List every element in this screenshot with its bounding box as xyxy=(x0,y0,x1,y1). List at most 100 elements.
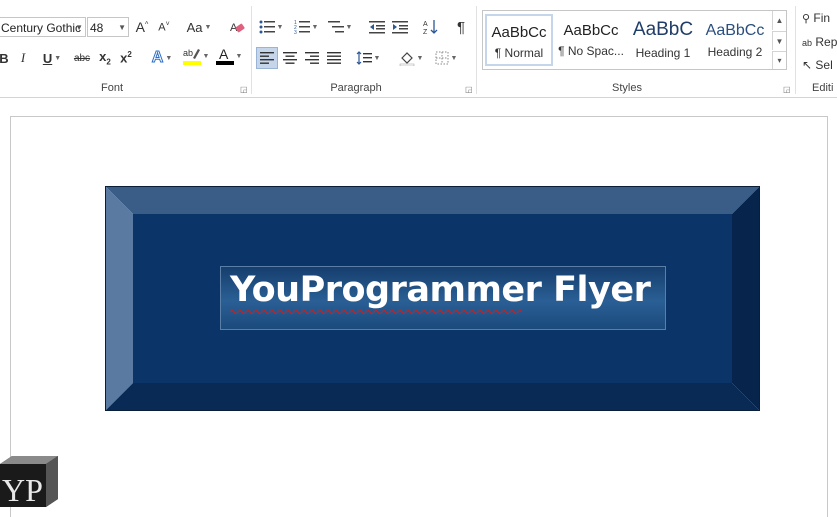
styles-dialog-launcher-icon[interactable]: ◲ xyxy=(783,86,791,94)
chevron-down-icon: ▼ xyxy=(118,23,126,32)
text-effects-button[interactable]: A ▼ xyxy=(148,47,176,69)
multilevel-list-button[interactable]: ▼ xyxy=(325,16,355,38)
justify-icon xyxy=(327,52,341,64)
strikethrough-button[interactable]: abc xyxy=(72,47,92,69)
shrink-font-icon: A˅ xyxy=(158,20,170,34)
bullets-button[interactable]: ▼ xyxy=(256,16,286,38)
change-case-icon: Aa xyxy=(186,19,203,35)
paragraph-dialog-launcher-icon[interactable]: ◲ xyxy=(465,86,473,94)
replace-icon: ab xyxy=(802,38,813,48)
style-heading-2[interactable]: AaBbCc Heading 2 xyxy=(701,14,769,66)
bevel-bottom-edge xyxy=(105,383,760,411)
logo-text: YP xyxy=(2,472,43,507)
chevron-down-icon: ▼ xyxy=(165,54,173,62)
bold-icon: B xyxy=(0,50,9,66)
shading-button[interactable]: ▼ xyxy=(396,47,426,69)
chevron-down-icon: ▼ xyxy=(202,52,210,60)
style-heading-1[interactable]: AaBbC Heading 1 xyxy=(629,14,697,66)
chevron-down-icon: ▼ xyxy=(54,54,62,62)
clear-formatting-button[interactable]: A xyxy=(226,16,248,38)
borders-button[interactable]: ▼ xyxy=(431,47,461,69)
align-left-button[interactable] xyxy=(256,47,278,69)
chevron-down-icon: ▼ xyxy=(276,23,284,31)
grow-font-button[interactable]: A^ xyxy=(133,16,151,38)
chevron-down-icon: ▼ xyxy=(75,23,83,32)
align-right-icon xyxy=(305,52,319,64)
borders-icon xyxy=(435,51,449,65)
font-color-button[interactable]: A ▼ xyxy=(214,45,244,67)
superscript-button[interactable]: x2 xyxy=(117,47,135,69)
bold-button[interactable]: B xyxy=(0,47,12,69)
numbering-icon: 1 2 3 xyxy=(294,20,310,34)
svg-text:A: A xyxy=(423,21,428,28)
replace-button[interactable]: ab Rep xyxy=(802,35,837,49)
style-name: ¶ Normal xyxy=(494,46,544,60)
font-color-icon: A xyxy=(215,46,234,65)
style-name: ¶ No Spac... xyxy=(558,44,624,58)
increase-indent-button[interactable] xyxy=(390,16,410,38)
style-sample: AaBbCc xyxy=(563,22,619,39)
styles-scroll-up[interactable]: ▲ xyxy=(772,11,786,30)
subscript-icon: x2 xyxy=(99,49,111,67)
pilcrow-icon: ¶ xyxy=(456,18,466,36)
chevron-down-icon: ▼ xyxy=(450,54,458,62)
decrease-indent-icon xyxy=(369,21,385,34)
style-sample: AaBbCc xyxy=(491,24,547,41)
subscript-button[interactable]: x2 xyxy=(96,47,114,69)
line-spacing-button[interactable]: ▼ xyxy=(353,47,383,69)
yp-logo-icon: YP xyxy=(0,456,58,507)
styles-scroll-down[interactable]: ▼ xyxy=(772,31,786,50)
numbering-button[interactable]: 1 2 3 ▼ xyxy=(291,16,321,38)
binoculars-icon: ⚲ xyxy=(802,13,811,25)
sort-icon: A Z xyxy=(423,20,438,35)
underline-button[interactable]: U ▼ xyxy=(38,47,66,69)
decrease-indent-button[interactable] xyxy=(367,16,387,38)
italic-button[interactable]: I xyxy=(16,47,30,69)
multilevel-list-icon xyxy=(327,21,344,33)
spellcheck-squiggle xyxy=(230,310,523,314)
sort-button[interactable]: A Z xyxy=(421,16,441,38)
underline-icon: U xyxy=(42,50,53,66)
show-formatting-marks-button[interactable]: ¶ xyxy=(452,16,470,38)
font-name-combobox[interactable]: Century Gothic ▼ xyxy=(0,17,86,37)
style-no-spacing[interactable]: AaBbCc ¶ No Spac... xyxy=(557,14,625,66)
style-name: Heading 1 xyxy=(635,46,691,60)
cursor-icon: ↖ xyxy=(802,58,813,72)
text-effects-icon: A xyxy=(151,49,164,67)
paint-bucket-icon xyxy=(399,52,414,66)
change-case-button[interactable]: Aa ▼ xyxy=(184,16,214,38)
font-name-value: Century Gothic xyxy=(1,21,82,35)
superscript-icon: x2 xyxy=(120,50,132,66)
style-sample: AaBbCc xyxy=(705,22,765,39)
align-center-button[interactable] xyxy=(280,47,300,69)
chevron-down-icon: ▼ xyxy=(311,23,319,31)
style-name: Heading 2 xyxy=(707,45,763,59)
flyer-title[interactable]: YouProgrammer Flyer xyxy=(230,270,651,310)
style-normal[interactable]: AaBbCc ¶ Normal xyxy=(485,14,553,66)
select-button[interactable]: ↖ Sel xyxy=(802,58,833,72)
bevel-left-edge xyxy=(105,186,133,411)
font-size-value: 48 xyxy=(90,21,104,35)
align-left-icon xyxy=(260,52,274,64)
chevron-down-icon: ▼ xyxy=(416,54,424,62)
justify-button[interactable] xyxy=(324,47,344,69)
strikethrough-icon: abc xyxy=(73,52,91,64)
ribbon: Century Gothic ▼ 48 ▼ A^ A˅ Aa ▼ A B I U ▼… xyxy=(0,0,837,98)
shrink-font-button[interactable]: A˅ xyxy=(155,16,173,38)
italic-icon: I xyxy=(20,50,26,65)
highlighter-icon: ab xyxy=(182,48,201,65)
chevron-down-icon: ▼ xyxy=(345,23,353,31)
select-label: Sel xyxy=(815,58,833,72)
replace-label: Rep xyxy=(815,35,837,49)
align-right-button[interactable] xyxy=(302,47,322,69)
bevel-right-edge xyxy=(732,186,760,411)
font-size-combobox[interactable]: 48 ▼ xyxy=(87,17,129,37)
grow-font-icon: A^ xyxy=(135,19,149,35)
styles-more[interactable]: ▾ xyxy=(772,51,786,69)
svg-text:3: 3 xyxy=(294,30,297,34)
svg-text:A: A xyxy=(219,46,229,62)
font-dialog-launcher-icon[interactable]: ◲ xyxy=(240,86,248,94)
find-button[interactable]: ⚲ Fin xyxy=(802,11,830,25)
chevron-down-icon: ▼ xyxy=(204,23,212,31)
highlight-color-button[interactable]: ab ▼ xyxy=(181,45,211,67)
